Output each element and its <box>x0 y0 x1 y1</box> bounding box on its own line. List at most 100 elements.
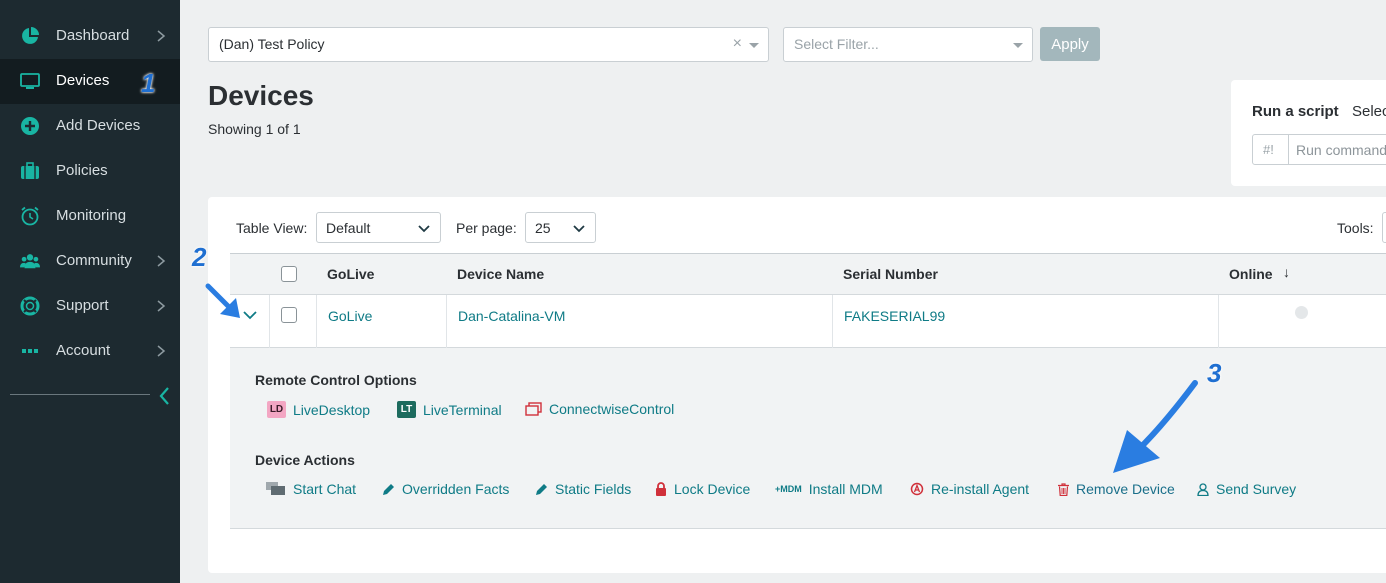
run-script-panel: Run a script Select #! Run command <box>1231 80 1386 186</box>
header-online[interactable]: Online <box>1229 266 1273 282</box>
livedesktop-label: LiveDesktop <box>293 401 371 418</box>
alarm-clock-icon <box>20 206 40 226</box>
start-chat-link[interactable]: Start Chat <box>266 481 356 497</box>
column-divider <box>316 295 317 348</box>
run-command-placeholder: Run command <box>1296 142 1386 158</box>
header-golive[interactable]: GoLive <box>327 266 374 282</box>
install-mdm-link[interactable]: +MDM Install MDM <box>775 481 883 497</box>
column-divider <box>832 295 833 348</box>
script-select[interactable]: Select <box>1352 103 1386 120</box>
chevron-right-icon <box>157 255 166 267</box>
reinstall-agent-label: Re-install Agent <box>931 481 1030 497</box>
sidebar-item-monitoring[interactable]: Monitoring <box>0 194 180 239</box>
livedesktop-badge: LD <box>267 401 286 418</box>
header-serial-number[interactable]: Serial Number <box>843 266 938 282</box>
filter-select[interactable]: Select Filter... <box>783 27 1033 62</box>
column-divider <box>446 295 447 348</box>
chevron-down-icon <box>1013 43 1023 48</box>
chevron-down-icon <box>749 43 759 48</box>
pencil-icon <box>382 483 395 496</box>
table-row[interactable]: GoLive Dan-Catalina-VM FAKESERIAL99 <box>230 295 1386 348</box>
liveterminal-link[interactable]: LT LiveTerminal <box>397 401 502 418</box>
table-header: GoLive Device Name Serial Number Online … <box>230 253 1386 295</box>
per-page-select[interactable]: 25 <box>525 212 596 243</box>
device-name-link[interactable]: Dan-Catalina-VM <box>458 308 565 324</box>
sidebar-item-label: Support <box>56 297 109 314</box>
policy-select[interactable]: (Dan) Test Policy × <box>208 27 769 62</box>
annotation-arrow-2 <box>205 283 240 318</box>
send-survey-label: Send Survey <box>1216 481 1297 497</box>
select-all-checkbox[interactable] <box>281 266 297 282</box>
lock-icon <box>655 482 667 496</box>
per-page-label: Per page: <box>456 220 517 236</box>
chevron-right-icon <box>157 300 166 312</box>
chevron-right-icon <box>157 30 166 42</box>
liveterminal-icon: LT <box>397 401 416 418</box>
sidebar-item-add-devices[interactable]: Add Devices <box>0 104 180 149</box>
static-fields-label: Static Fields <box>555 481 632 497</box>
serial-number-link[interactable]: FAKESERIAL99 <box>844 308 945 324</box>
liveterminal-badge: LT <box>397 401 416 418</box>
sidebar-item-label: Policies <box>56 162 108 179</box>
sidebar-item-community[interactable]: Community <box>0 239 180 284</box>
collapse-sidebar-icon[interactable] <box>156 385 174 407</box>
tools-select[interactable] <box>1382 212 1386 243</box>
sidebar-item-label: Community <box>56 252 132 269</box>
monitor-icon <box>20 71 40 91</box>
sidebar-item-support[interactable]: Support <box>0 284 180 329</box>
run-command-input[interactable]: #! Run command <box>1252 134 1386 165</box>
reinstall-icon <box>910 482 924 496</box>
chevron-down-icon <box>418 225 430 233</box>
start-chat-label: Start Chat <box>293 481 357 497</box>
column-divider <box>1218 295 1219 348</box>
lock-device-link[interactable]: Lock Device <box>655 481 750 497</box>
per-page-value: 25 <box>535 220 551 236</box>
remove-device-label: Remove Device <box>1076 481 1175 497</box>
clear-icon[interactable]: × <box>733 35 742 53</box>
chevron-down-icon <box>573 225 585 233</box>
lifebuoy-icon <box>20 296 40 316</box>
install-mdm-label: Install MDM <box>808 481 883 497</box>
sidebar-item-account[interactable]: Account <box>0 329 180 374</box>
golive-link[interactable]: GoLive <box>328 308 372 324</box>
page-title: Devices <box>208 80 314 111</box>
sidebar-item-label: Add Devices <box>56 117 141 134</box>
sidebar-item-dashboard[interactable]: Dashboard <box>0 14 180 59</box>
send-survey-link[interactable]: Send Survey <box>1197 481 1296 497</box>
device-actions-title: Device Actions <box>255 452 355 468</box>
connectwise-label: ConnectwiseControl <box>549 401 675 417</box>
online-status-indicator <box>1295 306 1308 319</box>
remote-control-title: Remote Control Options <box>255 372 417 388</box>
policy-select-value: (Dan) Test Policy <box>219 36 325 52</box>
remove-device-link[interactable]: Remove Device <box>1058 481 1175 497</box>
overridden-facts-link[interactable]: Overridden Facts <box>382 481 509 497</box>
user-icon <box>1197 482 1209 496</box>
dots-icon <box>20 341 40 361</box>
livedesktop-link[interactable]: LD LiveDesktop <box>267 401 370 418</box>
annotation-number-2: 2 <box>192 242 207 272</box>
connectwise-link[interactable]: ConnectwiseControl <box>525 401 674 417</box>
pie-chart-icon <box>20 26 40 46</box>
chevron-right-icon <box>157 345 166 357</box>
connectwise-icon <box>525 401 542 417</box>
sidebar-item-policies[interactable]: Policies <box>0 149 180 194</box>
table-view-value: Default <box>326 220 371 236</box>
sidebar-divider <box>10 394 150 395</box>
livedesktop-icon: LD <box>267 401 286 418</box>
annotation-arrow-3 <box>1113 380 1198 473</box>
apply-button[interactable]: Apply <box>1040 27 1100 61</box>
sidebar-item-label: Account <box>56 342 111 359</box>
table-view-select[interactable]: Default <box>316 212 441 243</box>
sort-down-icon[interactable]: ↓ <box>1283 264 1290 280</box>
annotation-number-1: 1 <box>141 68 156 98</box>
plus-circle-icon <box>20 116 40 136</box>
reinstall-agent-link[interactable]: Re-install Agent <box>910 481 1029 497</box>
sidebar-item-label: Monitoring <box>56 207 127 224</box>
lock-device-label: Lock Device <box>674 481 751 497</box>
liveterminal-label: LiveTerminal <box>423 401 502 418</box>
static-fields-link[interactable]: Static Fields <box>535 481 631 497</box>
result-count: Showing 1 of 1 <box>208 121 301 137</box>
row-checkbox[interactable] <box>281 307 297 323</box>
header-device-name[interactable]: Device Name <box>457 266 544 282</box>
annotation-number-3: 3 <box>1207 358 1222 388</box>
